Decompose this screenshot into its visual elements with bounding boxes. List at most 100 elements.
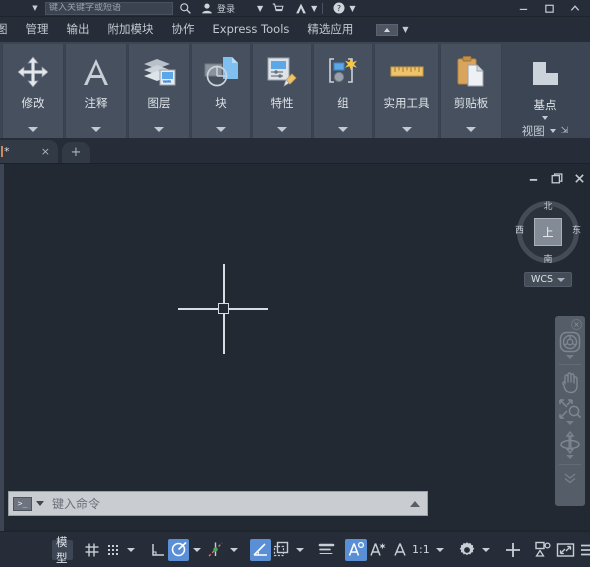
orbit-icon[interactable] [555,430,585,454]
panel-button-basepoint[interactable]: 基点 [503,44,587,123]
command-input[interactable]: 键入命令 [52,495,410,512]
account-icon[interactable] [200,0,214,17]
search-input[interactable]: 键入关键字或短语 [45,1,173,15]
cart-icon[interactable] [271,0,285,17]
autodesk-a-icon[interactable] [294,0,308,17]
ribbon-tab-3[interactable]: 附加模块 [99,17,163,42]
steering-wheel-icon[interactable] [555,330,585,354]
annotation-visibility-toggle[interactable] [345,538,367,561]
ribbon-panel-block[interactable]: 块 [191,44,251,138]
chevron-down-icon[interactable] [566,455,574,459]
close-icon[interactable]: × [41,145,50,158]
chevron-up-icon[interactable] [410,500,420,507]
viewcube-north-label[interactable]: 北 [517,199,579,212]
chevron-down-icon[interactable]: ▼ [311,0,317,17]
ribbon-tab-4[interactable]: 协作 [163,17,204,42]
ribbon-panel-modify[interactable]: 修改 [2,44,64,138]
drawing-canvas[interactable]: 北 南 西 东 上 WCS × [0,163,590,531]
new-tab-button[interactable]: + [62,142,90,163]
help-icon[interactable]: ? [332,0,346,17]
chevron-down-icon[interactable] [566,355,574,359]
panel-dropdown-layers[interactable] [129,120,189,138]
snap-mode-toggle[interactable] [102,539,123,561]
panel-button-block[interactable]: 块 [192,44,250,120]
ribbon-panel-view[interactable]: 基点 视图 ⇲ [503,44,587,138]
object-snap-toggle[interactable] [250,538,271,561]
ribbon-tab-1[interactable]: 管理 [17,17,58,42]
maximize-icon[interactable] [536,0,562,17]
panel-dropdown-properties[interactable] [253,120,311,138]
more-chevron-icon[interactable] [555,471,585,485]
model-space-tab[interactable]: 模型 [52,535,73,565]
ribbon-panel-group[interactable]: 组 [313,44,373,138]
chevron-down-icon[interactable] [193,547,201,552]
gear-icon[interactable] [456,539,478,561]
viewcube-top-face[interactable]: 上 [534,218,562,246]
viewcube-south-label[interactable]: 南 [517,252,579,265]
command-line[interactable]: >_ 键入命令 [8,491,428,516]
panel-button-modify[interactable]: 修改 [3,44,63,120]
ribbon-tab-6[interactable]: 精选应用 [298,17,362,42]
fullscreen-icon[interactable] [554,539,577,561]
panel-dropdown-basepoint[interactable] [503,113,587,123]
chevron-down-icon[interactable] [127,547,135,552]
panel-button-annotation[interactable]: 注释 [66,44,126,120]
viewcube-east-label[interactable]: 东 [572,223,581,236]
ribbon-panel-utilities[interactable]: 实用工具 [374,44,439,138]
panel-button-layers[interactable]: 图层 [129,44,189,120]
panel-button-group[interactable]: 组 [314,44,372,120]
annotation-autoscale-toggle[interactable] [367,539,389,561]
workspace-icon[interactable] [532,539,554,561]
panel-button-utilities[interactable]: 实用工具 [375,44,438,120]
command-prompt-icon[interactable]: >_ [13,496,32,511]
annotation-scale-icon[interactable] [389,539,410,561]
isometric-drafting-toggle[interactable] [271,539,292,561]
ribbon-collapse-button[interactable] [376,23,399,36]
panel-button-clipboard[interactable]: 剪贴板 [441,44,501,120]
close-icon[interactable] [573,172,586,185]
hamburger-icon[interactable] [577,539,590,561]
viewcube-west-label[interactable]: 西 [515,223,524,236]
panel-button-properties[interactable]: 特性 [253,44,311,120]
ribbon-tab-2[interactable]: 输出 [58,17,99,42]
search-icon[interactable] [179,0,192,17]
ortho-mode-toggle[interactable] [147,539,168,561]
grid-display-toggle[interactable] [81,539,102,561]
ribbon-panel-properties[interactable]: 特性 [252,44,312,138]
pan-hand-icon[interactable] [555,370,585,394]
viewcube[interactable]: 北 南 西 东 上 [515,199,581,265]
chevron-down-icon[interactable] [435,547,444,552]
minimize-icon[interactable] [510,0,536,17]
dialog-launcher-icon[interactable]: ⇲ [561,126,569,136]
chevron-down-icon[interactable] [296,547,304,552]
document-tab[interactable]: * × [0,140,58,163]
close-icon[interactable]: × [571,319,582,330]
ribbon-tab-5[interactable]: Express Tools [204,17,299,42]
panel-dropdown-group[interactable] [314,120,372,138]
panel-dropdown-annotation[interactable] [66,120,126,138]
ribbon-panel-layers[interactable]: 图层 [128,44,190,138]
chevron-down-icon[interactable] [566,421,574,425]
chevron-down-icon[interactable]: ▼ [257,0,263,17]
chevron-down-icon[interactable] [230,547,238,552]
minimize-icon[interactable] [527,172,540,185]
annotation-scale-value[interactable]: 1:1 [410,539,432,561]
plus-icon[interactable] [502,539,524,561]
ucs-selector[interactable]: WCS [524,272,572,287]
panel-dropdown-block[interactable] [192,120,250,138]
zoom-extents-icon[interactable] [555,398,585,420]
chevron-down-icon[interactable]: ▼ [402,25,408,34]
chevron-down-icon[interactable] [36,501,44,506]
ribbon-tab-0[interactable]: 图 [0,17,17,42]
polar-tracking-toggle[interactable] [168,538,189,561]
ribbon-panel-clipboard[interactable]: 剪贴板 [440,44,502,138]
panel-dropdown-utilities[interactable] [375,120,438,138]
close-icon[interactable] [562,0,588,17]
object-snap-tracking-toggle[interactable] [205,539,226,561]
lineweight-toggle[interactable] [316,539,337,561]
panel-group-view[interactable]: 视图 ⇲ [503,123,587,139]
panel-dropdown-modify[interactable] [3,120,63,138]
panel-dropdown-clipboard[interactable] [441,120,501,138]
signin-label[interactable]: 登录 [217,2,235,15]
ribbon-panel-annotation[interactable]: 注释 [65,44,127,138]
